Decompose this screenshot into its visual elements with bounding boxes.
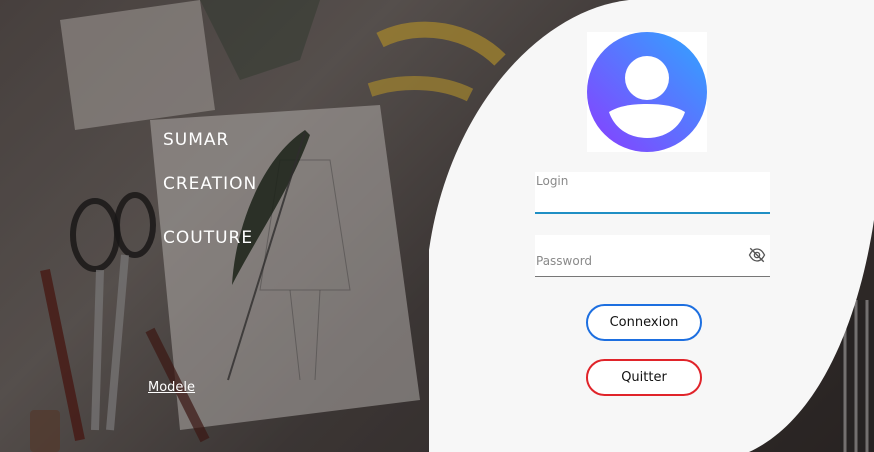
modele-link[interactable]: Modele — [148, 380, 195, 395]
brand-line-sumar: SUMAR — [163, 130, 230, 150]
avatar — [587, 32, 707, 152]
password-field[interactable]: Password — [535, 235, 770, 277]
login-input[interactable] — [535, 172, 770, 212]
brand-line-creation: CREATION — [163, 174, 258, 194]
login-field[interactable]: Login — [535, 172, 770, 214]
connexion-button[interactable]: Connexion — [586, 304, 702, 341]
quitter-button[interactable]: Quitter — [586, 359, 702, 396]
brand-line-couture: COUTURE — [163, 228, 254, 248]
password-input[interactable] — [535, 235, 770, 276]
eye-off-icon[interactable] — [748, 247, 766, 263]
login-window: SUMAR CREATION COUTURE Modele Login Pass… — [0, 0, 874, 452]
user-avatar-icon — [587, 32, 707, 152]
